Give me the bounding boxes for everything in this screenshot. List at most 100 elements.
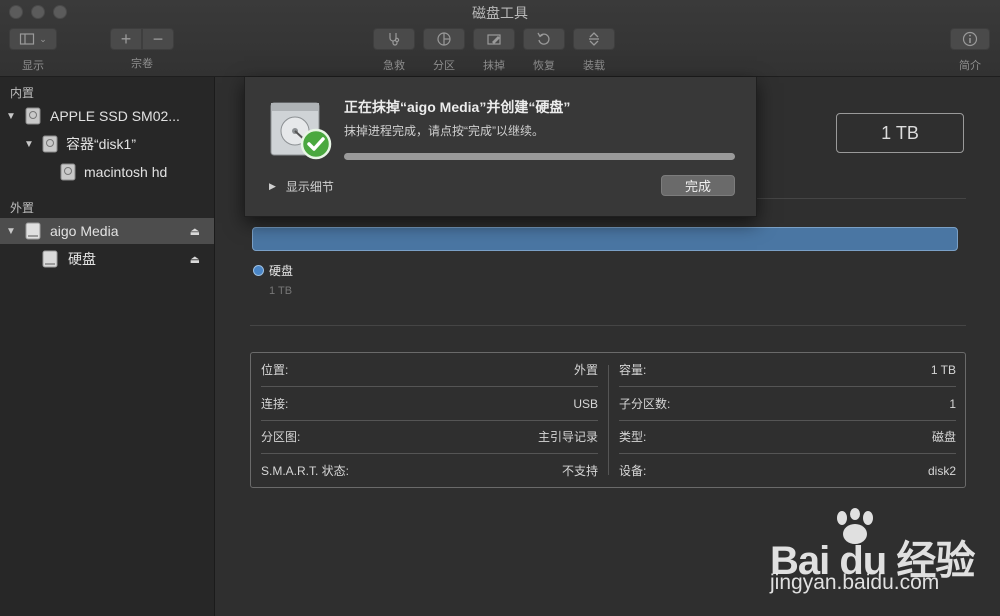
info-value: 不支持 (561, 464, 598, 478)
erase-group: 抹掉 (473, 28, 515, 73)
mount-label: 装载 (583, 60, 605, 72)
info-value: 1 (949, 396, 956, 411)
info-row: 类型: 磁盘 (619, 420, 956, 454)
info-label: S.M.A.R.T. 状态: (261, 464, 350, 478)
info-table: 位置: 外置 连接: USB 分区图: 主引导记录 S.M.A.R.T. 状态:… (250, 352, 966, 488)
volume-disk-icon (60, 163, 76, 181)
disk-utility-window: 磁盘工具 ⌄ 显示 + − 宗卷 急救 分区 抹掉 恢复 装载 简介 内置 ▼ … (0, 0, 1000, 616)
sidebar-item-hard-disk[interactable]: 硬盘 ⏏ (0, 246, 214, 272)
partition-button[interactable] (423, 28, 465, 50)
restore-group: 恢复 (523, 28, 565, 73)
info-value: disk2 (927, 463, 956, 478)
info-column-right: 容量: 1 TB 子分区数: 1 类型: 磁盘 设备: disk2 (609, 353, 966, 487)
sidebar-item-label: 硬盘 (68, 251, 96, 267)
sidebar-item-label: macintosh hd (84, 164, 168, 180)
baidu-jingyan-watermark: Bai du 经验 jingyan.baidu.com (770, 508, 990, 608)
sidebar-item-label: 容器“disk1” (66, 136, 137, 152)
info-row: S.M.A.R.T. 状态: 不支持 (261, 454, 598, 487)
eject-icon[interactable]: ⏏ (190, 253, 200, 266)
first-aid-button[interactable] (373, 28, 415, 50)
info-value: 外置 (573, 363, 598, 377)
sidebar-item-aigo-media[interactable]: ▼ aigo Media ⏏ (0, 218, 214, 244)
info-label: 位置: (261, 363, 289, 377)
minus-icon: − (152, 28, 164, 49)
sidebar-item-apple-ssd[interactable]: ▼ APPLE SSD SM02... (0, 103, 214, 129)
volume-group: + − 宗卷 (110, 28, 174, 71)
info-row: 分区图: 主引导记录 (261, 420, 598, 454)
external-disk-icon (25, 222, 41, 240)
info-label: 类型: (619, 430, 647, 444)
info-label: 容量: (619, 363, 647, 377)
info-icon (962, 31, 978, 47)
stethoscope-icon (389, 33, 400, 46)
disclosure-triangle-icon: ▶ (269, 181, 276, 191)
sidebar: 内置 ▼ APPLE SSD SM02... ▼ 容器“disk1” macin… (0, 77, 215, 616)
plus-icon: + (120, 28, 132, 49)
restore-button[interactable] (523, 28, 565, 50)
info-value: 主引导记录 (537, 430, 598, 444)
sheet-message: 抹掉进程完成，请点按“完成”以继续。 (344, 124, 544, 138)
sidebar-item-label: APPLE SSD SM02... (50, 108, 180, 124)
internal-disk-icon (25, 107, 41, 125)
first-aid-label: 急救 (383, 60, 405, 72)
external-volume-icon (42, 250, 58, 268)
chevron-down-icon: ⌄ (39, 33, 47, 44)
info-value: USB (573, 396, 598, 411)
info-row: 连接: USB (261, 387, 598, 421)
info-label: 设备: (619, 464, 647, 478)
capacity-display: 1 TB (836, 113, 964, 153)
info-button[interactable] (950, 28, 990, 50)
volume-label: 宗卷 (131, 58, 153, 70)
info-value: 磁盘 (931, 430, 956, 444)
disclosure-triangle-icon[interactable]: ▼ (6, 111, 16, 122)
partition-group: 分区 (423, 28, 465, 73)
sidebar-item-macintosh-hd[interactable]: macintosh hd (0, 159, 214, 185)
restore-label: 恢复 (533, 60, 555, 72)
sidebar-icon (20, 33, 35, 45)
mount-button[interactable] (573, 28, 615, 50)
view-button[interactable]: ⌄ (9, 28, 57, 50)
info-row: 子分区数: 1 (619, 387, 956, 421)
partition-label: 分区 (433, 60, 455, 72)
window-title: 磁盘工具 (472, 5, 528, 21)
erase-progress-sheet: 正在抹掉“aigo Media”并创建“硬盘” 抹掉进程完成，请点按“完成”以继… (244, 77, 757, 217)
watermark-url: jingyan.baidu.com (770, 571, 940, 594)
divider (250, 325, 966, 326)
info-label: 连接: (261, 397, 289, 411)
done-button[interactable]: 完成 (661, 175, 735, 196)
eject-icon[interactable]: ⏏ (190, 225, 200, 238)
sidebar-item-label: aigo Media (50, 223, 119, 239)
erase-progress-bar (344, 153, 735, 160)
info-label: 子分区数: (619, 397, 671, 411)
info-row: 位置: 外置 (261, 353, 598, 387)
sidebar-item-container-disk1[interactable]: ▼ 容器“disk1” (0, 131, 214, 157)
info-label: 分区图: (261, 430, 301, 444)
info-row: 容量: 1 TB (619, 353, 956, 387)
hard-drive-check-icon (270, 102, 332, 160)
info-group: 简介 (950, 28, 990, 73)
first-aid-group: 急救 (373, 28, 415, 73)
disclosure-triangle-icon[interactable]: ▼ (6, 226, 16, 237)
internal-header: 内置 (10, 86, 35, 100)
disclosure-triangle-icon[interactable]: ▼ (24, 139, 34, 150)
info-column-left: 位置: 外置 连接: USB 分区图: 主引导记录 S.M.A.R.T. 状态:… (251, 353, 608, 487)
container-disk-icon (42, 135, 58, 153)
pie-partition-icon (437, 32, 451, 46)
info-label: 简介 (959, 60, 981, 72)
eraser-icon (487, 34, 501, 45)
restore-arrow-icon (537, 32, 550, 45)
view-group: ⌄ 显示 (9, 28, 57, 73)
show-details-toggle[interactable]: ▶ 显示细节 (269, 178, 334, 195)
erase-button[interactable] (473, 28, 515, 50)
titlebar: 磁盘工具 ⌄ 显示 + − 宗卷 急救 分区 抹掉 恢复 装载 简介 (0, 0, 1000, 77)
add-volume-button[interactable]: + (110, 28, 142, 50)
legend-name: 硬盘 (269, 264, 294, 278)
sheet-title: 正在抹掉“aigo Media”并创建“硬盘” (344, 99, 571, 115)
mount-group: 装载 (573, 28, 615, 73)
view-label: 显示 (22, 60, 44, 72)
remove-volume-button[interactable]: − (142, 28, 174, 50)
usage-bar (252, 227, 958, 251)
mount-icon (589, 32, 599, 46)
legend-size: 1 TB (269, 285, 293, 297)
external-header: 外置 (10, 201, 35, 215)
